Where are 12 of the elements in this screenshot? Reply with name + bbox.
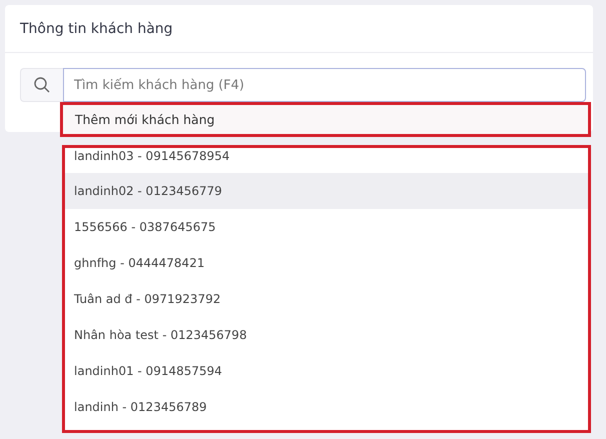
customer-option[interactable]: landinh03 - 09145678954 bbox=[65, 148, 588, 173]
customer-option[interactable]: ghnfhg - 0444478421 bbox=[65, 245, 588, 281]
customer-option[interactable]: 1556566 - 0387645675 bbox=[65, 209, 588, 245]
customer-option[interactable]: landinh01 - 0914857594 bbox=[65, 353, 588, 389]
card-title: Thông tin khách hàng bbox=[20, 20, 173, 36]
customer-option[interactable]: Nhân hòa test - 0123456798 bbox=[65, 317, 588, 353]
customer-option[interactable]: Tuân ad đ - 0971923792 bbox=[65, 281, 588, 317]
customer-option[interactable]: landinh02 - 0123456779 bbox=[65, 173, 588, 209]
add-customer-option[interactable]: Thêm mới khách hàng bbox=[60, 102, 591, 137]
search-icon[interactable] bbox=[20, 68, 63, 102]
search-field[interactable]: Tìm kiếm khách hàng (F4) bbox=[63, 68, 586, 102]
customer-option[interactable]: landinh - 0123456789 bbox=[65, 389, 588, 425]
